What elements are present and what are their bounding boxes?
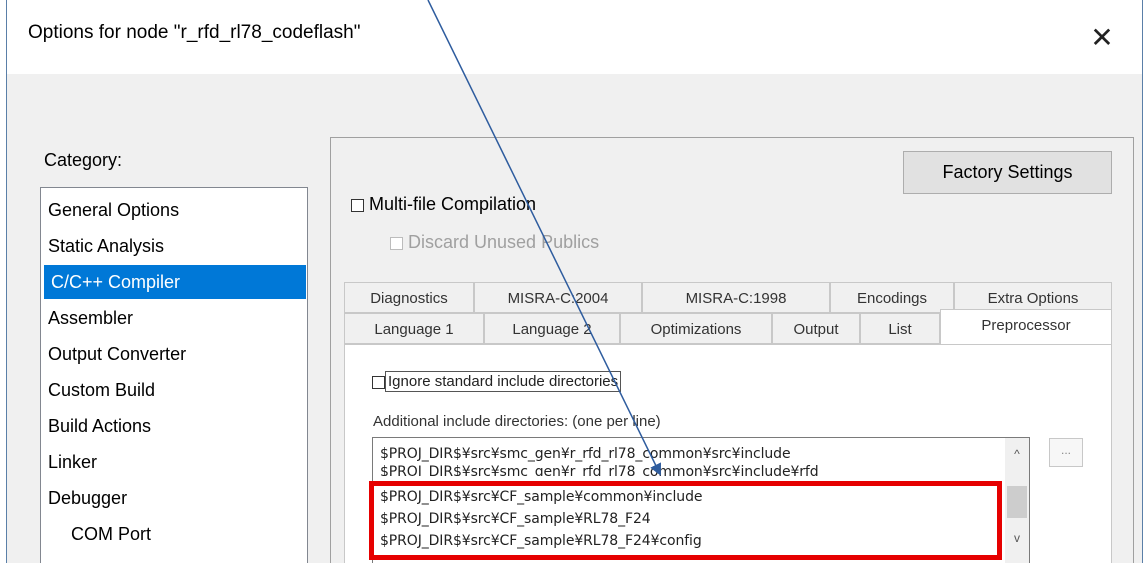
tab-misra-c-2004[interactable]: MISRA-C:2004 bbox=[474, 282, 642, 313]
category-item-general-options[interactable]: General Options bbox=[41, 193, 307, 227]
category-item-debugger[interactable]: Debugger bbox=[41, 481, 307, 515]
include-line: $PROJ_DIR$¥src¥smc_gen¥r_rfd_rl78_common… bbox=[380, 446, 791, 462]
category-list[interactable]: General Options Static Analysis C/C++ Co… bbox=[40, 187, 308, 563]
checkbox-icon bbox=[372, 375, 385, 389]
tab-diagnostics[interactable]: Diagnostics bbox=[344, 282, 474, 313]
include-line: $PROJ_DIR$¥src¥smc_gen¥r_rfd_rl78_common… bbox=[380, 464, 819, 476]
category-item-linker[interactable]: Linker bbox=[41, 445, 307, 479]
tab-preprocessor[interactable]: Preprocessor bbox=[940, 309, 1112, 345]
tab-language-1[interactable]: Language 1 bbox=[344, 313, 484, 344]
annotation-highlight-box bbox=[369, 481, 1002, 560]
scroll-up-icon[interactable]: ^ bbox=[1005, 444, 1029, 464]
tab-misra-c-1998[interactable]: MISRA-C:1998 bbox=[642, 282, 830, 313]
tab-output[interactable]: Output bbox=[772, 313, 860, 344]
ignore-standard-includes-checkbox[interactable]: Ignore standard include directories bbox=[372, 371, 622, 392]
multi-file-compilation-checkbox[interactable]: Multi-file Compilation bbox=[351, 194, 536, 215]
tab-encodings[interactable]: Encodings bbox=[830, 282, 954, 313]
category-item-custom-build[interactable]: Custom Build bbox=[41, 373, 307, 407]
category-item-com-port[interactable]: COM Port bbox=[41, 517, 307, 551]
category-item-c-cpp-compiler[interactable]: C/C++ Compiler bbox=[44, 265, 306, 299]
checkbox-icon bbox=[351, 198, 364, 212]
tab-language-2[interactable]: Language 2 bbox=[484, 313, 620, 344]
close-icon[interactable]: ✕ bbox=[1082, 18, 1122, 58]
scroll-down-icon[interactable]: v bbox=[1005, 528, 1029, 548]
discard-unused-publics-checkbox[interactable]: Discard Unused Publics bbox=[390, 232, 599, 253]
category-item-output-converter[interactable]: Output Converter bbox=[41, 337, 307, 371]
ignore-standard-includes-label: Ignore standard include directories bbox=[385, 371, 622, 392]
category-item-static-analysis[interactable]: Static Analysis bbox=[41, 229, 307, 263]
category-item-build-actions[interactable]: Build Actions bbox=[41, 409, 307, 443]
factory-settings-button[interactable]: Factory Settings bbox=[903, 151, 1112, 194]
checkbox-icon bbox=[390, 236, 403, 250]
tab-list[interactable]: List bbox=[860, 313, 940, 344]
category-item-assembler[interactable]: Assembler bbox=[41, 301, 307, 335]
multi-file-compilation-label: Multi-file Compilation bbox=[369, 194, 537, 214]
discard-unused-publics-label: Discard Unused Publics bbox=[408, 232, 600, 252]
additional-includes-label: Additional include directories: (one per… bbox=[373, 413, 661, 430]
scrollbar-thumb[interactable] bbox=[1007, 486, 1027, 518]
dialog-title: Options for node "r_rfd_rl78_codeflash" bbox=[28, 22, 361, 43]
tab-optimizations[interactable]: Optimizations bbox=[620, 313, 772, 344]
category-label: Category: bbox=[44, 150, 123, 170]
browse-button[interactable]: ... bbox=[1049, 438, 1083, 467]
